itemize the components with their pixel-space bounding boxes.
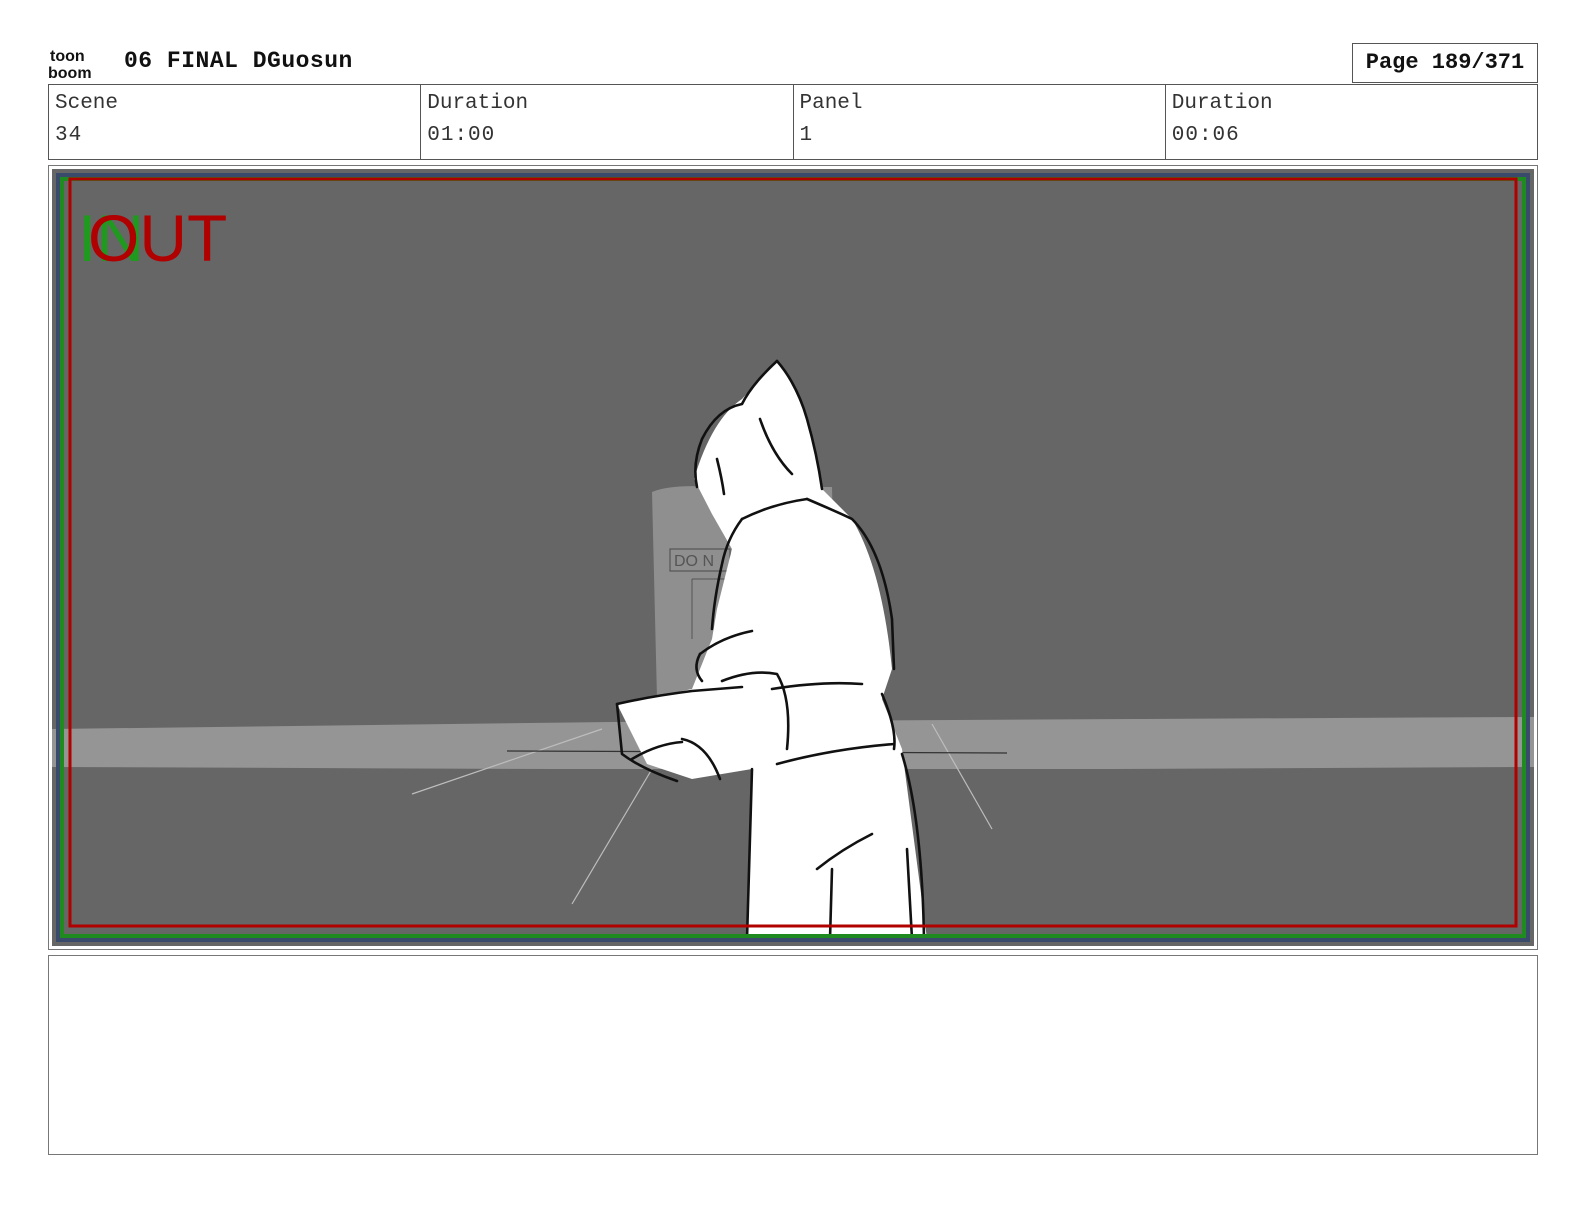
panel-value: 1 bbox=[799, 124, 814, 147]
scene-duration-cell: Duration 01:00 bbox=[421, 85, 794, 159]
scene-duration-value: 01:00 bbox=[427, 124, 496, 147]
out-marker: OUT bbox=[88, 201, 227, 275]
logo-text-top: toon bbox=[50, 48, 85, 65]
scene-value: 34 bbox=[55, 124, 83, 147]
scene-cell: Scene 34 bbox=[49, 85, 422, 159]
scene-duration-label: Duration bbox=[427, 92, 529, 115]
panel-label: Panel bbox=[799, 92, 863, 115]
panel-duration-value: 00:06 bbox=[1171, 124, 1240, 147]
panel-drawing: DO N IN OUT bbox=[52, 169, 1534, 946]
panel-duration-label: Duration bbox=[1171, 92, 1273, 115]
logo-text-bottom: boom bbox=[48, 65, 92, 80]
toonboom-logo: toon boom bbox=[48, 48, 92, 80]
panel-cell: Panel 1 bbox=[794, 85, 1166, 159]
door-sign-text: DO N bbox=[674, 553, 714, 570]
document-title: 06 FINAL DGuosun bbox=[124, 48, 353, 74]
scene-label: Scene bbox=[55, 92, 119, 115]
page-number: Page 189/371 bbox=[1352, 43, 1538, 83]
panel-duration-cell: Duration 00:06 bbox=[1166, 85, 1537, 159]
storyboard-panel: DO N IN OUT bbox=[48, 165, 1538, 950]
panel-notes[interactable] bbox=[48, 955, 1538, 1155]
panel-info-table: Scene 34 Duration 01:00 Panel 1 Duration… bbox=[48, 84, 1538, 160]
